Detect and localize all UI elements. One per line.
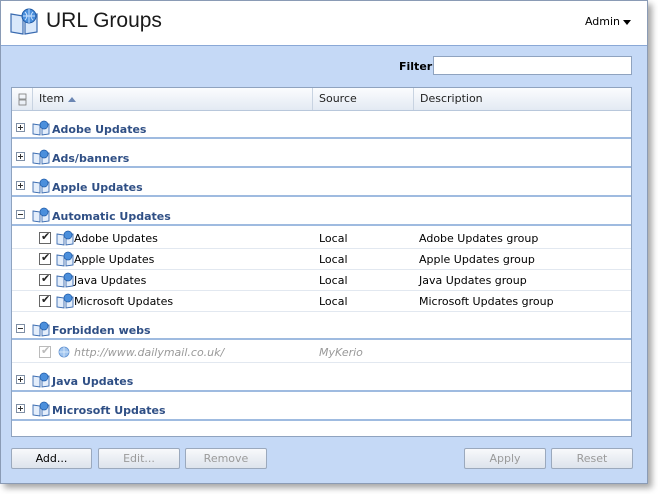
expand-icon[interactable] [16, 181, 25, 190]
expand-icon[interactable] [16, 152, 25, 161]
checkbox-column-icon [18, 93, 27, 106]
group-row-java-updates[interactable]: Java Updates [12, 363, 631, 392]
description-cell: Microsoft Updates group [419, 295, 554, 308]
source-cell: Local [319, 232, 348, 245]
column-header-item[interactable]: Item [33, 88, 313, 110]
enabled-checkbox[interactable] [39, 251, 51, 265]
filter-label: Filter: [399, 60, 437, 73]
column-header-source[interactable]: Source [313, 88, 414, 110]
expand-icon[interactable] [16, 375, 25, 384]
title-bar: URL Groups Admin [1, 1, 647, 46]
filter-input[interactable] [433, 56, 632, 75]
table-row[interactable]: Apple Updates Local Apple Updates group [12, 249, 631, 270]
url-groups-window: URL Groups Admin Filter: Item Source Des… [0, 0, 648, 484]
url-group-icon [32, 207, 50, 223]
url-group-icon [32, 178, 50, 194]
page-title: URL Groups [46, 9, 162, 32]
url-group-icon [56, 272, 74, 288]
group-row-automatic-updates[interactable]: Automatic Updates [12, 197, 631, 226]
url-group-icon [32, 372, 50, 388]
enabled-checkbox[interactable] [39, 344, 51, 358]
url-group-icon [32, 149, 50, 165]
table-row[interactable]: Microsoft Updates Local Microsoft Update… [12, 291, 631, 312]
url-groups-grid: Item Source Description Adobe Updates Ad… [11, 87, 632, 437]
collapse-icon[interactable] [16, 210, 25, 219]
admin-menu-label: Admin [584, 15, 620, 28]
grid-header: Item Source Description [12, 88, 631, 111]
url-group-icon [56, 251, 74, 267]
apply-button[interactable]: Apply [464, 448, 546, 469]
group-label: Adobe Updates [52, 123, 147, 136]
group-label: Microsoft Updates [52, 404, 166, 417]
group-row-ads-banners[interactable]: Ads/banners [12, 139, 631, 168]
enabled-checkbox[interactable] [39, 272, 51, 286]
item-label: Adobe Updates [74, 232, 158, 245]
admin-menu[interactable]: Admin [585, 15, 631, 28]
url-group-icon [32, 321, 50, 337]
group-label: Forbidden webs [52, 324, 151, 337]
source-cell: Local [319, 253, 348, 266]
item-label: http://www.dailymail.co.uk/ [74, 346, 225, 359]
url-group-icon [56, 293, 74, 309]
group-label: Java Updates [52, 375, 134, 388]
globe-icon [58, 346, 70, 358]
description-cell: Java Updates group [419, 274, 527, 287]
source-cell: MyKerio [319, 346, 363, 359]
reset-button[interactable]: Reset [551, 448, 633, 469]
item-label: Microsoft Updates [74, 295, 174, 308]
item-label: Apple Updates [74, 253, 155, 266]
url-group-icon [32, 120, 50, 136]
description-cell: Adobe Updates group [419, 232, 539, 245]
add-button[interactable]: Add... [11, 448, 92, 469]
column-header-description-label: Description [420, 92, 483, 105]
table-row[interactable]: Adobe Updates Local Adobe Updates group [12, 228, 631, 249]
column-header-description[interactable]: Description [414, 88, 631, 110]
description-cell: Apple Updates group [419, 253, 535, 266]
url-groups-book-icon [10, 8, 38, 35]
collapse-icon[interactable] [16, 324, 25, 333]
expand-icon[interactable] [16, 404, 25, 413]
group-label: Automatic Updates [52, 210, 171, 223]
enabled-checkbox[interactable] [39, 293, 51, 307]
column-header-item-label: Item [39, 92, 65, 105]
source-cell: Local [319, 295, 348, 308]
url-group-icon [56, 230, 74, 246]
expand-icon[interactable] [16, 123, 25, 132]
sort-ascending-icon [68, 96, 77, 102]
remove-button[interactable]: Remove [185, 448, 267, 469]
group-row-apple-updates[interactable]: Apple Updates [12, 168, 631, 197]
group-row-adobe-updates[interactable]: Adobe Updates [12, 110, 631, 139]
item-label: Java Updates [74, 274, 147, 287]
source-cell: Local [319, 274, 348, 287]
group-label: Apple Updates [52, 181, 143, 194]
checkbox-column-header[interactable] [12, 88, 33, 110]
column-header-source-label: Source [319, 92, 357, 105]
url-group-icon [32, 401, 50, 417]
edit-button[interactable]: Edit... [98, 448, 180, 469]
table-row[interactable]: Java Updates Local Java Updates group [12, 270, 631, 291]
group-row-forbidden-webs[interactable]: Forbidden webs [12, 311, 631, 340]
chevron-down-icon [623, 19, 631, 25]
group-row-microsoft-updates[interactable]: Microsoft Updates [12, 392, 631, 421]
table-row[interactable]: http://www.dailymail.co.uk/ MyKerio [12, 342, 631, 363]
group-label: Ads/banners [52, 152, 130, 165]
enabled-checkbox[interactable] [39, 230, 51, 244]
